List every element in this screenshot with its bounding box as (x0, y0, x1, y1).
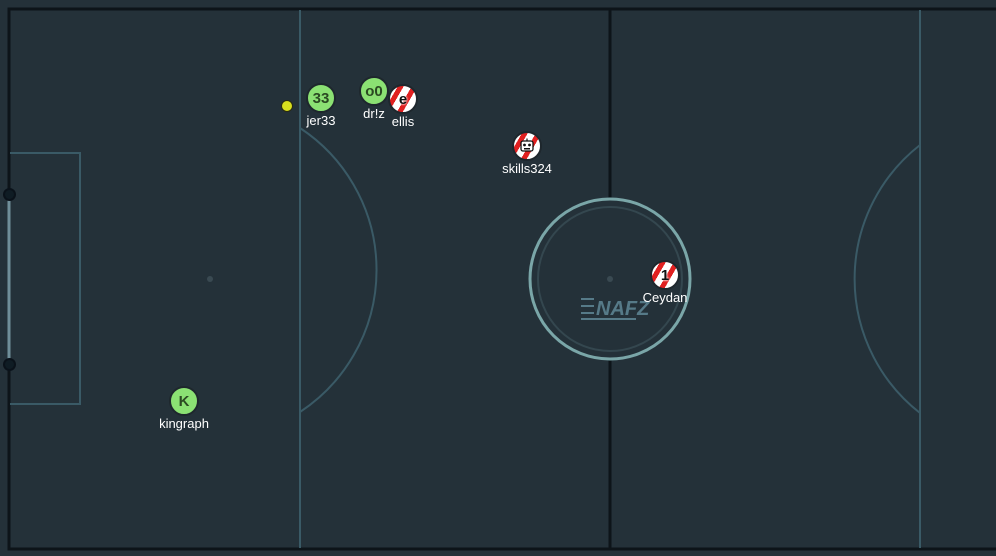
player-name: ellis (391, 114, 415, 129)
player-name: Ceydan (642, 290, 688, 305)
player-name: skills324 (502, 161, 552, 176)
player-avatar: e (388, 84, 418, 114)
left-goal-post-top (3, 188, 16, 201)
center-spot (607, 276, 613, 282)
left-goal-post-bottom (3, 358, 16, 371)
ball (281, 100, 293, 112)
soccer-field: NAFZ (0, 0, 996, 556)
robot-face-icon (520, 138, 534, 152)
player-avatar (512, 131, 542, 161)
player-name: kingraph (159, 416, 209, 431)
player-avatar: K (169, 386, 199, 416)
player-avatar: 1 (650, 260, 680, 290)
player-avatar: o0 (359, 76, 389, 106)
left-penalty-spot (207, 276, 213, 282)
